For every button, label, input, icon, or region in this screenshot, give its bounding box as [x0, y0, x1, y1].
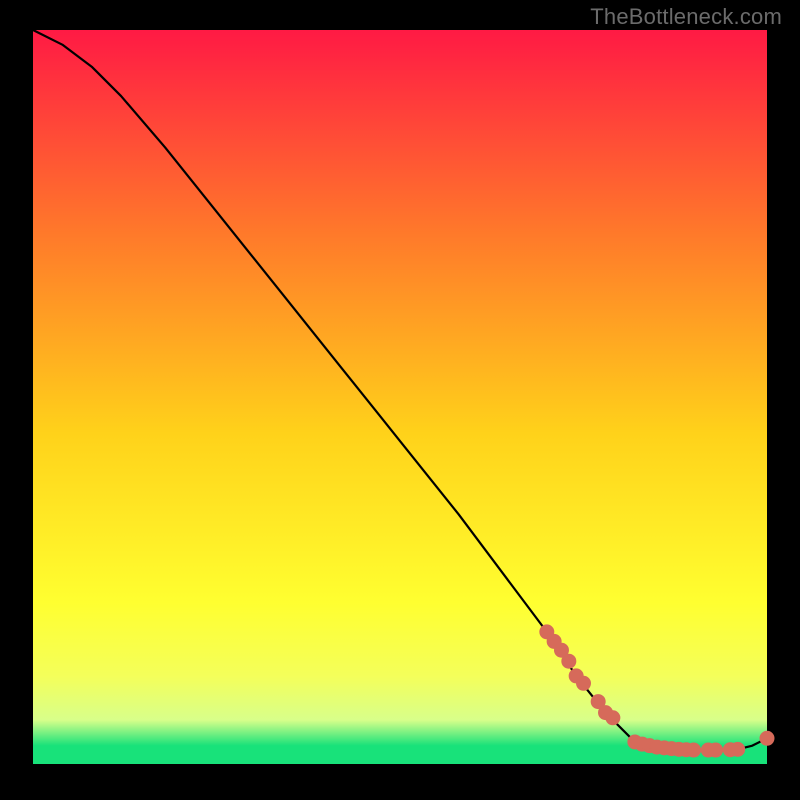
highlight-marker [731, 742, 745, 756]
highlight-marker [760, 731, 774, 745]
highlight-marker [577, 676, 591, 690]
highlight-marker [687, 743, 701, 757]
curve-layer [33, 30, 767, 764]
attribution-text: TheBottleneck.com [590, 4, 782, 30]
highlight-marker [606, 711, 620, 725]
highlight-marker [709, 743, 723, 757]
highlight-markers [540, 625, 774, 757]
highlight-marker [562, 654, 576, 668]
bottleneck-curve [33, 30, 767, 750]
plot-area [33, 30, 767, 764]
